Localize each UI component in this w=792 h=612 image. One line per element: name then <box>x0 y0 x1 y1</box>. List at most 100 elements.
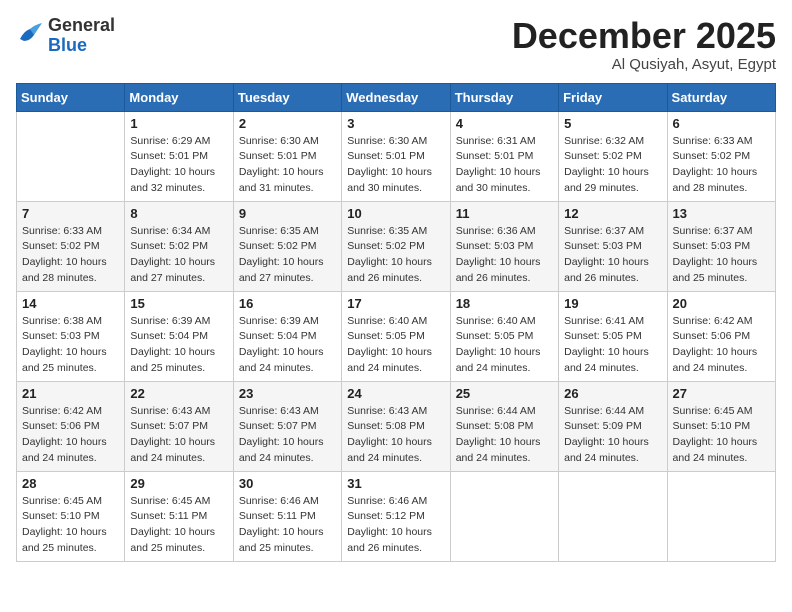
logo-bird-icon <box>16 21 44 45</box>
day-number: 25 <box>456 386 553 401</box>
calendar-cell: 21 Sunrise: 6:42 AMSunset: 5:06 PMDayligh… <box>17 381 125 471</box>
day-info: Sunrise: 6:41 AMSunset: 5:05 PMDaylight:… <box>564 314 661 377</box>
day-info: Sunrise: 6:39 AMSunset: 5:04 PMDaylight:… <box>130 314 227 377</box>
location: Al Qusiyah, Asyut, Egypt <box>512 56 776 73</box>
day-info: Sunrise: 6:40 AMSunset: 5:05 PMDaylight:… <box>347 314 444 377</box>
calendar-cell <box>450 471 558 561</box>
calendar-cell: 8 Sunrise: 6:34 AMSunset: 5:02 PMDaylight… <box>125 201 233 291</box>
day-info: Sunrise: 6:44 AMSunset: 5:08 PMDaylight:… <box>456 404 553 467</box>
day-number: 12 <box>564 206 661 221</box>
logo-blue: Blue <box>48 35 87 55</box>
day-info: Sunrise: 6:43 AMSunset: 5:08 PMDaylight:… <box>347 404 444 467</box>
calendar-cell: 18 Sunrise: 6:40 AMSunset: 5:05 PMDayligh… <box>450 291 558 381</box>
calendar-cell: 7 Sunrise: 6:33 AMSunset: 5:02 PMDaylight… <box>17 201 125 291</box>
day-info: Sunrise: 6:45 AMSunset: 5:10 PMDaylight:… <box>22 494 119 557</box>
day-number: 19 <box>564 296 661 311</box>
calendar-cell <box>559 471 667 561</box>
day-info: Sunrise: 6:33 AMSunset: 5:02 PMDaylight:… <box>22 224 119 287</box>
day-info: Sunrise: 6:35 AMSunset: 5:02 PMDaylight:… <box>239 224 336 287</box>
day-info: Sunrise: 6:43 AMSunset: 5:07 PMDaylight:… <box>239 404 336 467</box>
day-number: 23 <box>239 386 336 401</box>
day-number: 2 <box>239 116 336 131</box>
day-number: 24 <box>347 386 444 401</box>
calendar-cell: 6Sunrise: 6:33 AMSunset: 5:02 PMDaylight… <box>667 111 775 201</box>
calendar-cell: 23 Sunrise: 6:43 AMSunset: 5:07 PMDayligh… <box>233 381 341 471</box>
day-info: Sunrise: 6:38 AMSunset: 5:03 PMDaylight:… <box>22 314 119 377</box>
day-number: 7 <box>22 206 119 221</box>
day-info: Sunrise: 6:46 AMSunset: 5:11 PMDaylight:… <box>239 494 336 557</box>
calendar-cell: 5 Sunrise: 6:32 AMSunset: 5:02 PMDaylight… <box>559 111 667 201</box>
day-info: Sunrise: 6:45 AMSunset: 5:10 PMDaylight:… <box>673 404 770 467</box>
calendar-cell: 30 Sunrise: 6:46 AMSunset: 5:11 PMDayligh… <box>233 471 341 561</box>
day-info: Sunrise: 6:44 AMSunset: 5:09 PMDaylight:… <box>564 404 661 467</box>
day-info: Sunrise: 6:42 AMSunset: 5:06 PMDaylight:… <box>22 404 119 467</box>
day-info: Sunrise: 6:31 AMSunset: 5:01 PMDaylight:… <box>456 134 553 197</box>
logo: General Blue <box>16 16 115 56</box>
calendar-cell <box>667 471 775 561</box>
page-header: General Blue December 2025 Al Qusiyah, A… <box>16 16 776 73</box>
day-info: Sunrise: 6:43 AMSunset: 5:07 PMDaylight:… <box>130 404 227 467</box>
day-number: 18 <box>456 296 553 311</box>
day-info: Sunrise: 6:46 AMSunset: 5:12 PMDaylight:… <box>347 494 444 557</box>
day-info: Sunrise: 6:39 AMSunset: 5:04 PMDaylight:… <box>239 314 336 377</box>
calendar-cell: 31 Sunrise: 6:46 AMSunset: 5:12 PMDayligh… <box>342 471 450 561</box>
day-number: 31 <box>347 476 444 491</box>
logo-general: General <box>48 15 115 35</box>
calendar-cell: 9 Sunrise: 6:35 AMSunset: 5:02 PMDaylight… <box>233 201 341 291</box>
day-number: 9 <box>239 206 336 221</box>
day-info: Sunrise: 6:32 AMSunset: 5:02 PMDaylight:… <box>564 134 661 197</box>
day-number: 13 <box>673 206 770 221</box>
day-info: Sunrise: 6:42 AMSunset: 5:06 PMDaylight:… <box>673 314 770 377</box>
calendar-cell: 27Sunrise: 6:45 AMSunset: 5:10 PMDayligh… <box>667 381 775 471</box>
calendar-cell: 17 Sunrise: 6:40 AMSunset: 5:05 PMDayligh… <box>342 291 450 381</box>
day-number: 3 <box>347 116 444 131</box>
calendar-header: SundayMondayTuesdayWednesdayThursdayFrid… <box>17 83 776 111</box>
calendar-cell: 1 Sunrise: 6:29 AMSunset: 5:01 PMDaylight… <box>125 111 233 201</box>
day-number: 10 <box>347 206 444 221</box>
day-number: 15 <box>130 296 227 311</box>
day-number: 28 <box>22 476 119 491</box>
day-number: 30 <box>239 476 336 491</box>
day-number: 29 <box>130 476 227 491</box>
day-info: Sunrise: 6:37 AMSunset: 5:03 PMDaylight:… <box>564 224 661 287</box>
calendar-cell: 2 Sunrise: 6:30 AMSunset: 5:01 PMDaylight… <box>233 111 341 201</box>
day-number: 17 <box>347 296 444 311</box>
calendar-week-1: 1 Sunrise: 6:29 AMSunset: 5:01 PMDaylight… <box>17 111 776 201</box>
day-number: 1 <box>130 116 227 131</box>
calendar-cell: 14 Sunrise: 6:38 AMSunset: 5:03 PMDayligh… <box>17 291 125 381</box>
month-title: December 2025 <box>512 16 776 56</box>
weekday-header-sunday: Sunday <box>17 83 125 111</box>
calendar-cell: 25 Sunrise: 6:44 AMSunset: 5:08 PMDayligh… <box>450 381 558 471</box>
day-info: Sunrise: 6:40 AMSunset: 5:05 PMDaylight:… <box>456 314 553 377</box>
weekday-header-thursday: Thursday <box>450 83 558 111</box>
calendar-week-5: 28 Sunrise: 6:45 AMSunset: 5:10 PMDayligh… <box>17 471 776 561</box>
calendar-cell: 20Sunrise: 6:42 AMSunset: 5:06 PMDayligh… <box>667 291 775 381</box>
calendar-cell: 28 Sunrise: 6:45 AMSunset: 5:10 PMDayligh… <box>17 471 125 561</box>
day-number: 26 <box>564 386 661 401</box>
calendar-cell <box>17 111 125 201</box>
calendar-table: SundayMondayTuesdayWednesdayThursdayFrid… <box>16 83 776 562</box>
calendar-cell: 3Sunrise: 6:30 AMSunset: 5:01 PMDaylight… <box>342 111 450 201</box>
calendar-cell: 4Sunrise: 6:31 AMSunset: 5:01 PMDaylight… <box>450 111 558 201</box>
calendar-body: 1 Sunrise: 6:29 AMSunset: 5:01 PMDaylight… <box>17 111 776 561</box>
calendar-cell: 13Sunrise: 6:37 AMSunset: 5:03 PMDayligh… <box>667 201 775 291</box>
calendar-cell: 15 Sunrise: 6:39 AMSunset: 5:04 PMDayligh… <box>125 291 233 381</box>
day-number: 16 <box>239 296 336 311</box>
day-number: 21 <box>22 386 119 401</box>
calendar-cell: 29Sunrise: 6:45 AMSunset: 5:11 PMDayligh… <box>125 471 233 561</box>
day-number: 5 <box>564 116 661 131</box>
calendar-cell: 22 Sunrise: 6:43 AMSunset: 5:07 PMDayligh… <box>125 381 233 471</box>
day-info: Sunrise: 6:34 AMSunset: 5:02 PMDaylight:… <box>130 224 227 287</box>
weekday-header-monday: Monday <box>125 83 233 111</box>
day-info: Sunrise: 6:29 AMSunset: 5:01 PMDaylight:… <box>130 134 227 197</box>
calendar-cell: 16 Sunrise: 6:39 AMSunset: 5:04 PMDayligh… <box>233 291 341 381</box>
calendar-cell: 10 Sunrise: 6:35 AMSunset: 5:02 PMDayligh… <box>342 201 450 291</box>
day-info: Sunrise: 6:30 AMSunset: 5:01 PMDaylight:… <box>239 134 336 197</box>
calendar-week-4: 21 Sunrise: 6:42 AMSunset: 5:06 PMDayligh… <box>17 381 776 471</box>
day-number: 14 <box>22 296 119 311</box>
calendar-week-2: 7 Sunrise: 6:33 AMSunset: 5:02 PMDaylight… <box>17 201 776 291</box>
day-info: Sunrise: 6:35 AMSunset: 5:02 PMDaylight:… <box>347 224 444 287</box>
day-number: 8 <box>130 206 227 221</box>
weekday-header-tuesday: Tuesday <box>233 83 341 111</box>
day-number: 22 <box>130 386 227 401</box>
